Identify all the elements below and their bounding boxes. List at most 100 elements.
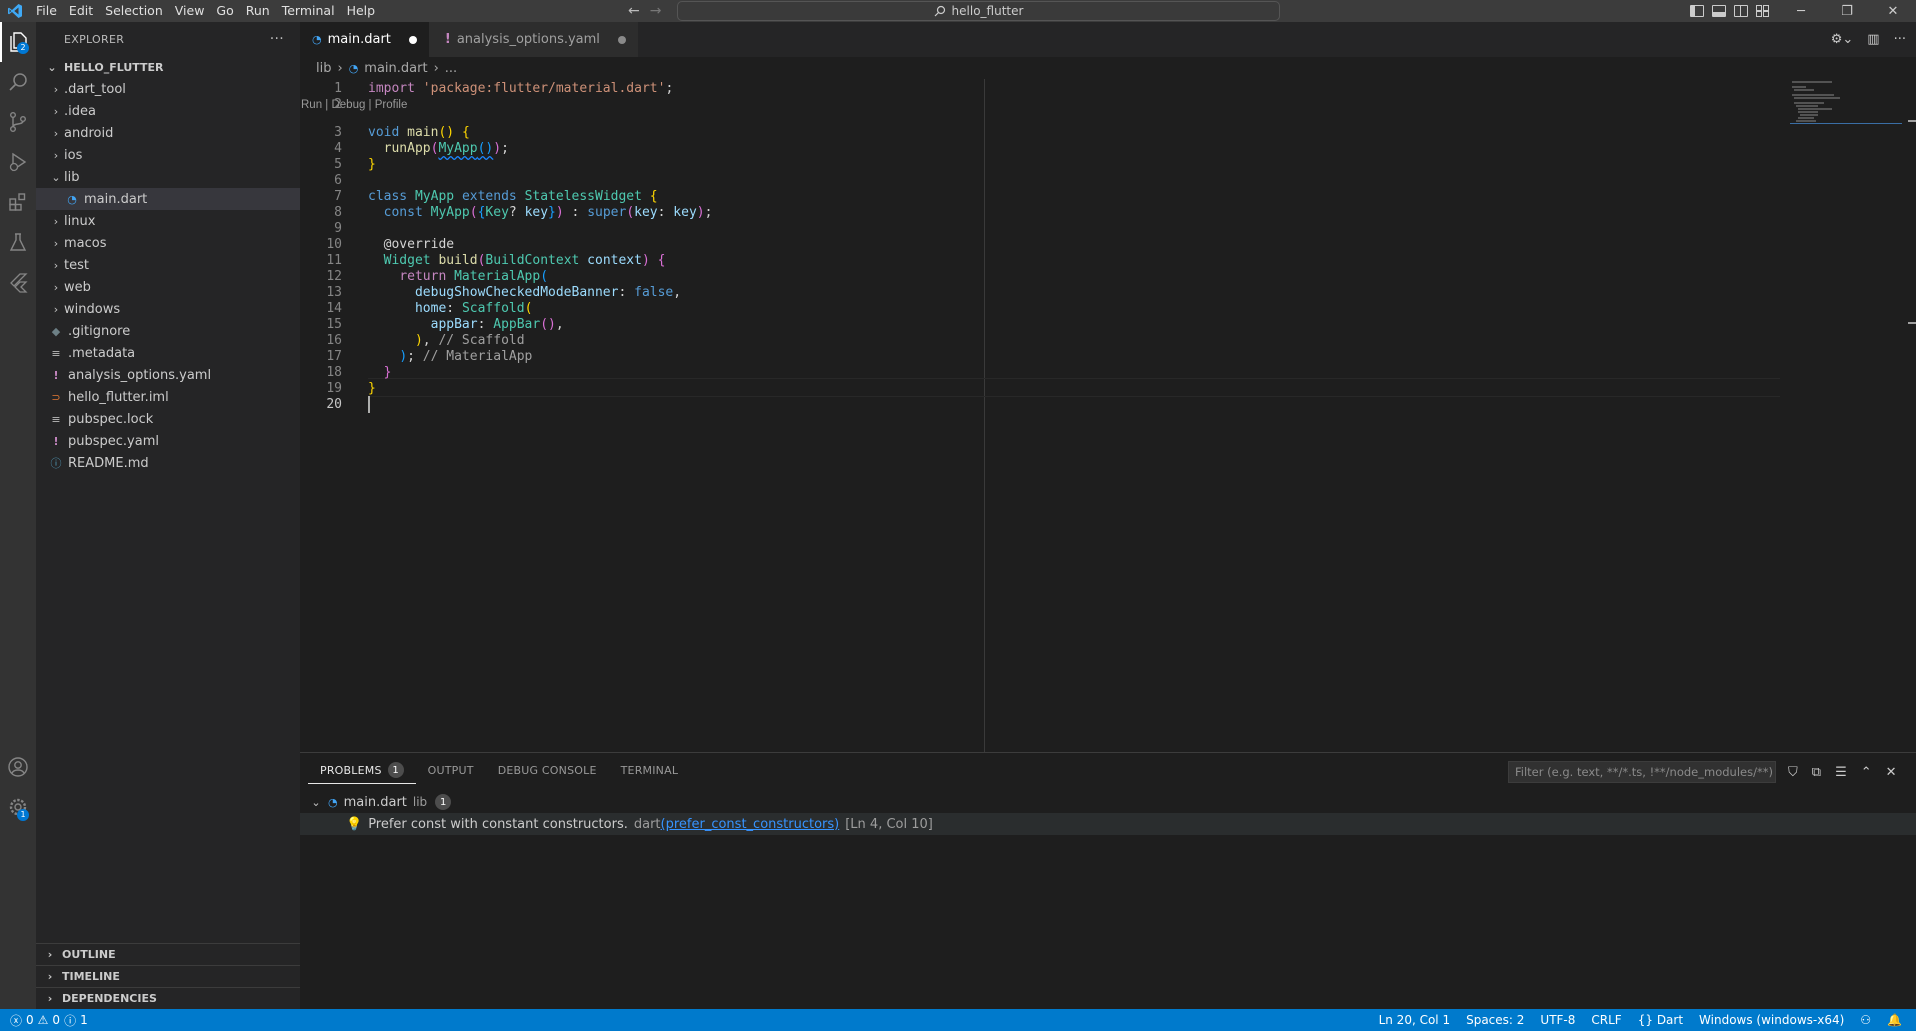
line-number: 18 bbox=[326, 365, 342, 380]
search-activity[interactable] bbox=[0, 62, 36, 102]
back-arrow-icon[interactable]: ← bbox=[628, 3, 640, 19]
section-label: OUTLINE bbox=[62, 948, 116, 961]
tree-item-analysis-options[interactable]: ! analysis_options.yaml bbox=[36, 364, 300, 386]
flask-icon bbox=[9, 233, 27, 251]
timeline-section[interactable]: › TIMELINE bbox=[36, 965, 300, 987]
tree-item-metadata[interactable]: ≡ .metadata bbox=[36, 342, 300, 364]
source-control-activity[interactable] bbox=[0, 102, 36, 142]
more-actions-icon[interactable]: ··· bbox=[270, 31, 284, 47]
collapse-all-icon[interactable]: ⧉ bbox=[1812, 765, 1821, 780]
run-debug-dropdown-icon[interactable]: ⚙⌄ bbox=[1831, 32, 1854, 47]
menu-help[interactable]: Help bbox=[341, 0, 382, 22]
code-text: @override bbox=[383, 237, 455, 252]
tree-item-iml[interactable]: ⊃ hello_flutter.iml bbox=[36, 386, 300, 408]
menu-file[interactable]: File bbox=[30, 0, 63, 22]
yaml-icon: ! bbox=[53, 368, 59, 382]
tab-output[interactable]: OUTPUT bbox=[416, 753, 486, 788]
explorer-activity[interactable]: 2 bbox=[0, 22, 36, 62]
dependencies-section[interactable]: › DEPENDENCIES bbox=[36, 987, 300, 1009]
tree-item-gitignore[interactable]: ◆ .gitignore bbox=[36, 320, 300, 342]
unsaved-dot-icon[interactable] bbox=[617, 35, 626, 44]
tree-item-pubspec-lock[interactable]: ≡ pubspec.lock bbox=[36, 408, 300, 430]
tree-item-windows[interactable]: › windows bbox=[36, 298, 300, 320]
toggle-primary-sidebar-icon[interactable] bbox=[1690, 5, 1704, 17]
unsaved-dot-icon[interactable] bbox=[408, 35, 417, 44]
breadcrumb-symbols[interactable]: ... bbox=[445, 61, 457, 76]
chevron-right-icon: › bbox=[53, 258, 59, 272]
menu-run[interactable]: Run bbox=[240, 0, 276, 22]
breadcrumb-file[interactable]: main.dart bbox=[364, 61, 427, 76]
tab-terminal[interactable]: TERMINAL bbox=[609, 753, 691, 788]
menu-selection[interactable]: Selection bbox=[99, 0, 169, 22]
device-selector[interactable]: Windows (windows-x64) bbox=[1699, 1013, 1844, 1027]
live-share-icon[interactable]: ⚇ bbox=[1860, 1013, 1871, 1027]
testing-activity[interactable] bbox=[0, 222, 36, 262]
run-debug-activity[interactable] bbox=[0, 142, 36, 182]
problem-code-link[interactable]: (prefer_const_constructors) bbox=[661, 817, 840, 832]
text-cursor bbox=[368, 396, 370, 413]
indentation[interactable]: Spaces: 2 bbox=[1466, 1013, 1524, 1027]
customize-layout-icon[interactable] bbox=[1756, 5, 1770, 17]
filter-icon[interactable]: ⛉ bbox=[1788, 765, 1798, 780]
problem-file-row[interactable]: ⌄ ◔ main.dart lib 1 bbox=[300, 791, 1916, 813]
tree-item-label: linux bbox=[64, 213, 96, 229]
problem-row[interactable]: 💡 Prefer const with constant constructor… bbox=[300, 813, 1916, 835]
tree-item-pubspec-yaml[interactable]: ! pubspec.yaml bbox=[36, 430, 300, 452]
folder-header[interactable]: ⌄ HELLO_FLUTTER bbox=[36, 56, 300, 78]
close-panel-icon[interactable]: ✕ bbox=[1886, 765, 1897, 780]
tree-item-web[interactable]: › web bbox=[36, 276, 300, 298]
menu-go[interactable]: Go bbox=[210, 0, 239, 22]
tab-problems[interactable]: PROBLEMS 1 bbox=[308, 758, 416, 784]
line-ending[interactable]: CRLF bbox=[1591, 1013, 1621, 1027]
code-editor[interactable]: Run | Debug | Profile 1 import 'package:f… bbox=[300, 79, 1780, 752]
toggle-secondary-sidebar-icon[interactable] bbox=[1734, 5, 1748, 17]
outline-section[interactable]: › OUTLINE bbox=[36, 943, 300, 965]
close-icon[interactable]: ✕ bbox=[1870, 0, 1916, 22]
minimize-icon[interactable]: ─ bbox=[1778, 0, 1824, 22]
problems-status[interactable]: ⓧ 0 ⚠ 0 ⓘ 1 bbox=[10, 1009, 88, 1031]
tree-item-test[interactable]: › test bbox=[36, 254, 300, 276]
cursor-position[interactable]: Ln 20, Col 1 bbox=[1379, 1013, 1451, 1027]
tab-main-dart[interactable]: ◔ main.dart bbox=[300, 22, 429, 57]
more-actions-icon[interactable]: ··· bbox=[1894, 32, 1906, 47]
encoding[interactable]: UTF-8 bbox=[1540, 1013, 1575, 1027]
problems-filter-input[interactable]: Filter (e.g. text, **/*.ts, !**/node_mod… bbox=[1508, 761, 1776, 783]
tab-analysis-options[interactable]: ! analysis_options.yaml bbox=[428, 22, 638, 57]
tree-item-readme[interactable]: ⓘ README.md bbox=[36, 452, 300, 474]
tree-item-dart-tool[interactable]: › .dart_tool bbox=[36, 78, 300, 100]
menu-edit[interactable]: Edit bbox=[63, 0, 99, 22]
language-mode[interactable]: {} Dart bbox=[1638, 1013, 1683, 1027]
menu-view[interactable]: View bbox=[169, 0, 211, 22]
tree-item-macos[interactable]: › macos bbox=[36, 232, 300, 254]
tree-item-lib[interactable]: ⌄ lib bbox=[36, 166, 300, 188]
chevron-right-icon: › bbox=[433, 60, 439, 76]
accounts-activity[interactable] bbox=[0, 747, 36, 787]
manage-activity[interactable]: 1 bbox=[0, 787, 36, 827]
tree-item-android[interactable]: › android bbox=[36, 122, 300, 144]
tree-item-label: hello_flutter.iml bbox=[68, 389, 169, 405]
code-text: const MyApp({Key? key}) : super(key: key… bbox=[383, 205, 713, 220]
split-editor-icon[interactable]: ▥ bbox=[1867, 32, 1879, 47]
problem-source: dart bbox=[633, 816, 661, 832]
dart-icon: ◔ bbox=[328, 795, 338, 809]
extensions-activity[interactable] bbox=[0, 182, 36, 222]
tree-item-linux[interactable]: › linux bbox=[36, 210, 300, 232]
view-as-list-icon[interactable]: ☰ bbox=[1835, 765, 1847, 780]
breadcrumb-folder[interactable]: lib bbox=[316, 61, 331, 76]
tree-item-idea[interactable]: › .idea bbox=[36, 100, 300, 122]
tree-item-main-dart[interactable]: ◔ main.dart bbox=[36, 188, 300, 210]
tree-item-ios[interactable]: › ios bbox=[36, 144, 300, 166]
vscode-logo-icon[interactable] bbox=[0, 0, 30, 22]
menu-bar: File Edit Selection View Go Run Terminal… bbox=[30, 0, 381, 22]
line-number: 12 bbox=[326, 269, 342, 284]
minimap[interactable] bbox=[1790, 79, 1902, 139]
forward-arrow-icon[interactable]: → bbox=[650, 3, 662, 19]
toggle-panel-icon[interactable] bbox=[1712, 5, 1726, 17]
flutter-activity[interactable] bbox=[0, 262, 36, 302]
restore-icon[interactable]: ❐ bbox=[1824, 0, 1870, 22]
notifications-bell-icon[interactable]: 🔔 bbox=[1887, 1013, 1902, 1027]
tab-debug-console[interactable]: DEBUG CONSOLE bbox=[486, 753, 609, 788]
maximize-panel-icon[interactable]: ⌃ bbox=[1861, 765, 1872, 780]
command-center[interactable]: hello_flutter bbox=[677, 1, 1280, 21]
menu-terminal[interactable]: Terminal bbox=[276, 0, 341, 22]
